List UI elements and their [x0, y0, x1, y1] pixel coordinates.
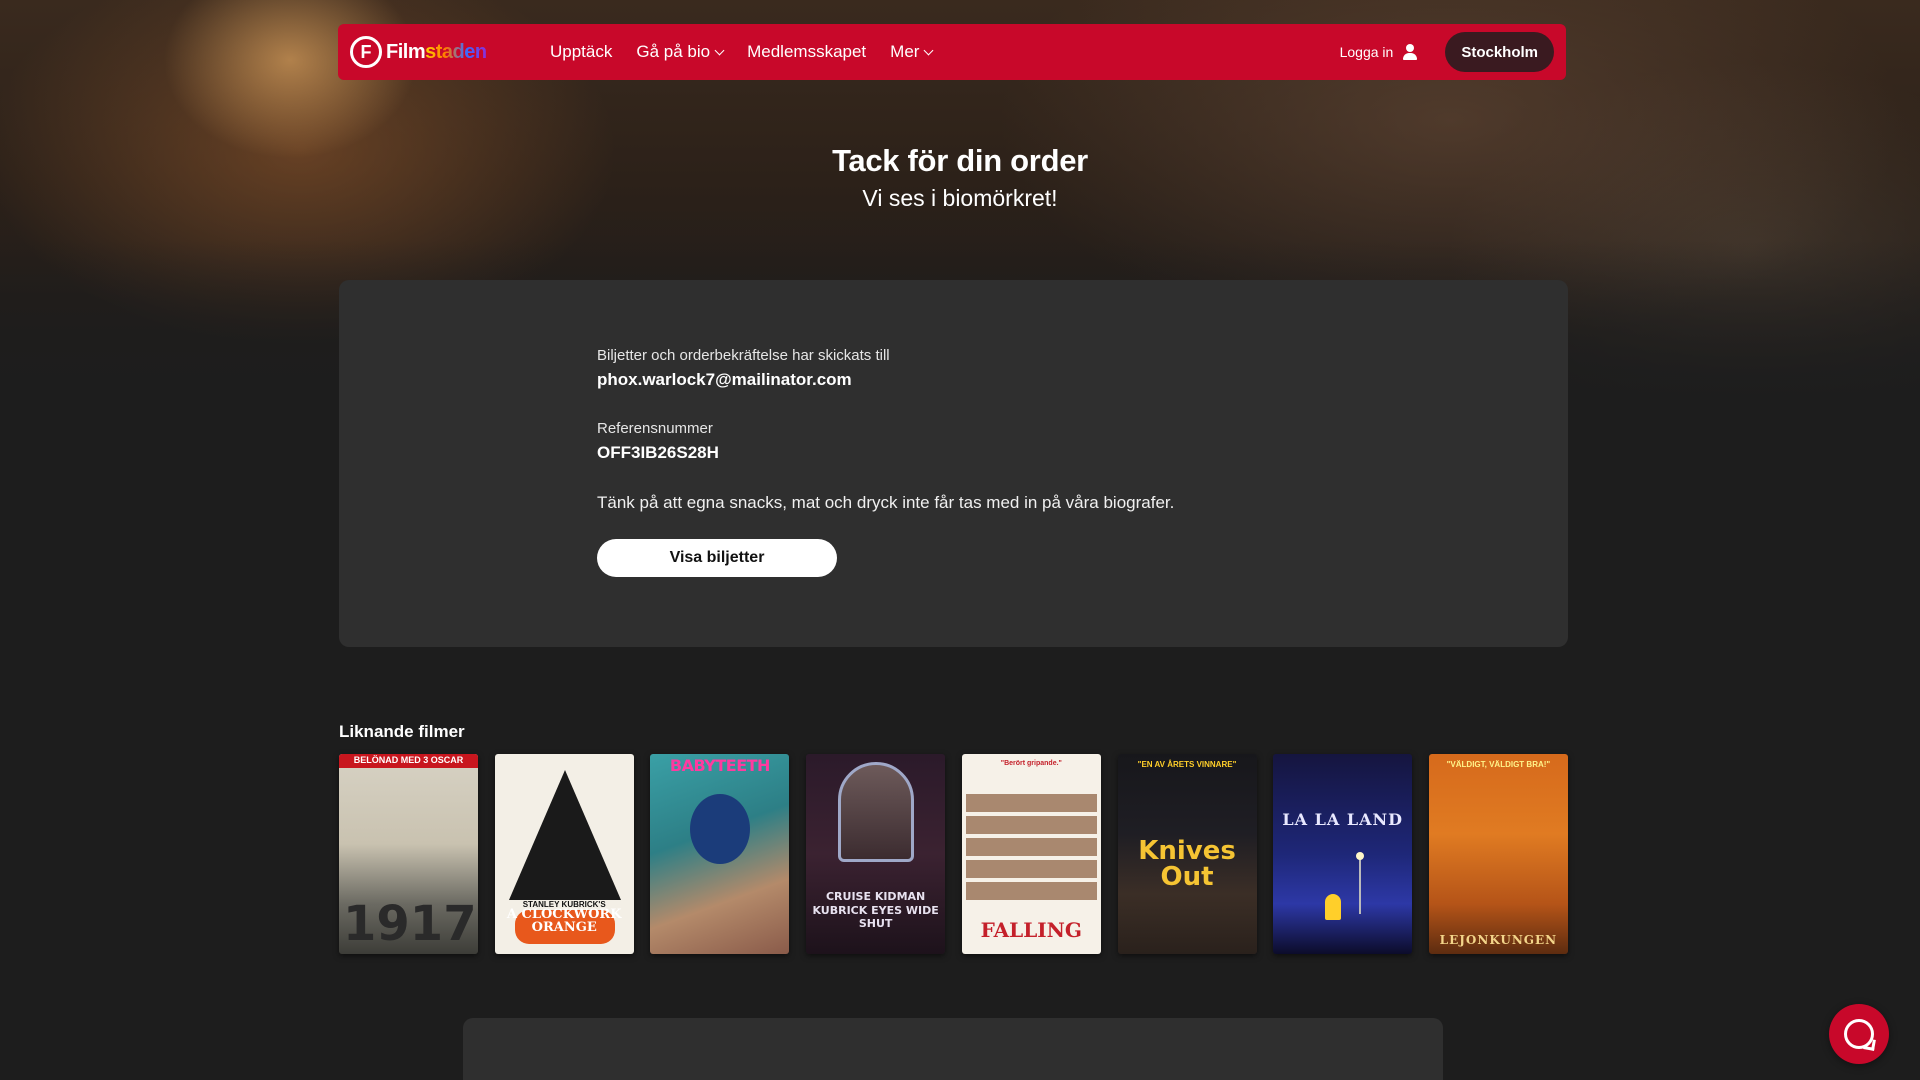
logo-mark-icon: F	[350, 36, 382, 68]
poster-tagline: "Berört gripande."	[1000, 760, 1062, 767]
order-confirmation-card: Biljetter och orderbekräftelse har skick…	[339, 280, 1568, 647]
poster-title: 1917	[343, 896, 477, 952]
poster-title: FALLING	[980, 918, 1082, 942]
poster-title: BABYTEETH	[669, 756, 771, 775]
order-confirmation-content: Biljetter och orderbekräftelse har skick…	[597, 347, 1397, 577]
poster-title: LEJONKUNGEN	[1439, 933, 1558, 947]
poster-clockwork-orange[interactable]: STANLEY KUBRICK'S A CLOCKWORK ORANGE	[494, 754, 634, 954]
bottom-card	[463, 1018, 1443, 1080]
poster-tagline: "EN AV ÅRETS VINNARE"	[1137, 760, 1237, 769]
chevron-down-icon	[714, 45, 725, 55]
poster-tagline: "VÄLDIGT, VÄLDIGT BRA!"	[1446, 760, 1551, 769]
chat-bubble-icon	[1844, 1019, 1874, 1049]
poster-title: LA LA LAND	[1282, 810, 1404, 829]
poster-title: A CLOCKWORK ORANGE	[506, 907, 622, 935]
city-selector-button[interactable]: Stockholm	[1445, 32, 1554, 72]
poster-la-la-land[interactable]: LA LA LAND	[1273, 754, 1413, 954]
similar-films-list: BELÖNAD MED 3 OSCAR 1917 STANLEY KUBRICK…	[339, 754, 1568, 954]
sent-to-label: Biljetter och orderbekräftelse har skick…	[597, 347, 890, 364]
similar-films-title: Liknande filmer	[339, 722, 465, 741]
chat-button[interactable]	[1829, 1004, 1889, 1064]
poster-babyteeth[interactable]: BABYTEETH	[650, 754, 790, 954]
reference-value: OFF3IB26S28H	[597, 443, 719, 462]
logo-text: Filmstaden	[386, 40, 487, 63]
login-label: Logga in	[1339, 44, 1394, 60]
poster-1917[interactable]: BELÖNAD MED 3 OSCAR 1917	[339, 754, 478, 954]
nav-mer[interactable]: Mer	[890, 42, 934, 62]
reference-label: Referensnummer	[597, 420, 713, 437]
chevron-down-icon	[924, 45, 934, 55]
snacks-note: Tänk på att egna snacks, mat och dryck i…	[597, 493, 1175, 512]
site-logo[interactable]: F Filmstaden	[350, 32, 526, 72]
page-title: Tack för din order	[832, 143, 1088, 178]
page-subtitle: Vi ses i biomörkret!	[862, 185, 1058, 211]
header-actions: Logga in Stockholm	[1340, 32, 1554, 72]
nav-upptack[interactable]: Upptäck	[550, 42, 612, 62]
main-nav: Upptäck Gå på bio Medlemsskapet Mer	[550, 42, 956, 62]
email-value: phox.warlock7@mailinator.com	[597, 370, 852, 389]
login-button[interactable]: Logga in	[1340, 43, 1420, 61]
site-header: F Filmstaden Upptäck Gå på bio Medlemssk…	[338, 24, 1566, 80]
nav-ga-pa-bio[interactable]: Gå på bio	[636, 42, 725, 62]
poster-tagline: BELÖNAD MED 3 OSCAR	[353, 755, 464, 765]
poster-falling[interactable]: "Berört gripande." FALLING	[961, 754, 1101, 954]
user-icon	[1401, 43, 1419, 61]
poster-eyes-wide-shut[interactable]: CRUISE KIDMAN KUBRICK EYES WIDE SHUT	[806, 754, 946, 954]
poster-knives-out[interactable]: "EN AV ÅRETS VINNARE" Knives Out	[1117, 754, 1257, 954]
poster-lejonkungen[interactable]: "VÄLDIGT, VÄLDIGT BRA!" LEJONKUNGEN	[1428, 754, 1568, 954]
nav-medlemsskapet[interactable]: Medlemsskapet	[747, 42, 866, 62]
poster-title: CRUISE KIDMAN KUBRICK EYES WIDE SHUT	[812, 890, 939, 930]
show-tickets-button[interactable]: Visa biljetter	[597, 539, 837, 577]
poster-title: Knives Out	[1138, 836, 1236, 892]
